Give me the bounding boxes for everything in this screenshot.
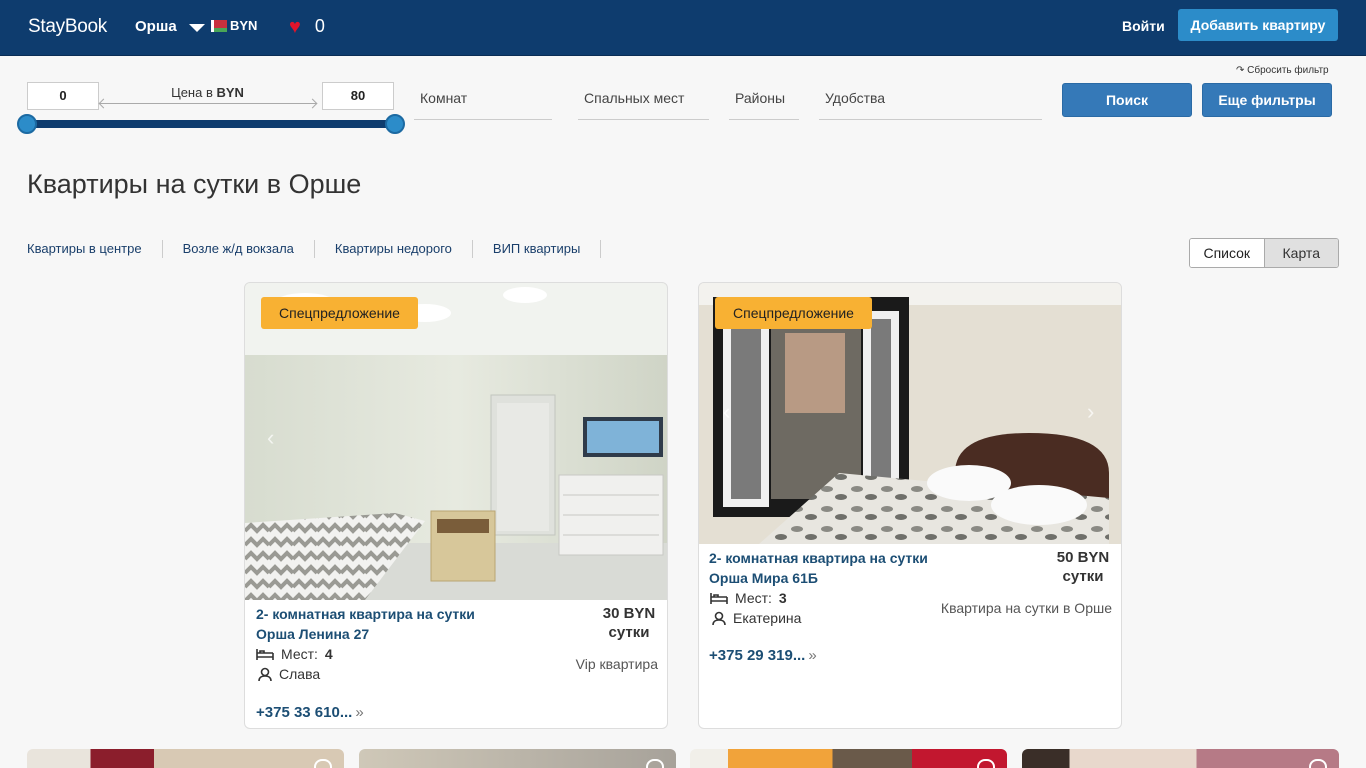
special-offer-badge: Спецпредложение bbox=[715, 297, 872, 329]
price-unit: сутки bbox=[608, 624, 650, 641]
listing-address: Орша Мира 61Б bbox=[709, 570, 818, 586]
photo-prev-arrow[interactable]: ‹ bbox=[723, 399, 730, 425]
user-icon bbox=[258, 667, 272, 681]
districts-filter[interactable]: Районы bbox=[729, 90, 799, 120]
phone-number: +375 29 319... bbox=[709, 647, 806, 664]
login-link[interactable]: Войти bbox=[1122, 18, 1165, 34]
quicklink-center[interactable]: Квартиры в центре bbox=[27, 240, 163, 258]
listing-host: Екатерина bbox=[712, 610, 801, 626]
price-max-input[interactable]: 80 bbox=[322, 82, 394, 110]
bed-icon bbox=[710, 593, 728, 604]
view-list-button[interactable]: Список bbox=[1190, 239, 1264, 267]
reset-filter-link[interactable]: ↷ Сбросить фильтр bbox=[1236, 65, 1329, 76]
special-offer-badge: Спецпредложение bbox=[261, 297, 418, 329]
city-selector[interactable]: Орша bbox=[135, 18, 205, 35]
favorite-heart-icon[interactable] bbox=[1309, 759, 1327, 768]
places-count: 3 bbox=[778, 590, 787, 606]
add-apartment-button[interactable]: Добавить квартиру bbox=[1178, 9, 1338, 41]
double-chevron-right-icon: » bbox=[355, 704, 364, 721]
places-label: Мест: bbox=[735, 590, 772, 606]
listing-type: Vip квартира bbox=[575, 656, 658, 672]
host-name: Екатерина bbox=[733, 610, 802, 626]
listing-photo[interactable]: Спецпредложение ‹ › bbox=[699, 283, 1121, 544]
more-filters-button[interactable]: Еще фильтры bbox=[1202, 83, 1332, 117]
listing-phone[interactable]: +375 29 319... » bbox=[709, 647, 817, 664]
listing-thumbnail[interactable] bbox=[1022, 749, 1339, 768]
heart-icon: ♥ bbox=[289, 15, 301, 38]
currency-selector[interactable]: BYN bbox=[211, 18, 257, 33]
listing-thumbnail[interactable] bbox=[359, 749, 676, 768]
listing-title[interactable]: 2- комнатная квартира на сутки Орша Мира… bbox=[709, 548, 1029, 588]
view-toggle: Список Карта bbox=[1189, 238, 1339, 268]
listing-thumbnail[interactable] bbox=[690, 749, 1007, 768]
places-count: 4 bbox=[324, 646, 333, 662]
price-value: 50 BYN bbox=[1056, 549, 1110, 566]
listing-places: Мест: 3 bbox=[710, 590, 787, 606]
price-range-arrow bbox=[100, 103, 316, 104]
user-icon bbox=[712, 611, 726, 625]
places-label: Мест: bbox=[281, 646, 318, 662]
room-photo-1 bbox=[245, 283, 667, 600]
price-unit: сутки bbox=[1062, 568, 1104, 585]
page-title: Квартиры на сутки в Орше bbox=[27, 169, 362, 199]
currency-label: BYN bbox=[230, 18, 258, 33]
price-value: 30 BYN bbox=[602, 605, 656, 622]
listing-phone[interactable]: +375 33 610... » bbox=[256, 704, 364, 721]
price-slider-track[interactable] bbox=[27, 120, 395, 128]
favorite-heart-icon[interactable] bbox=[314, 759, 332, 768]
listing-title-line1: 2- комнатная квартира на сутки bbox=[709, 550, 928, 566]
listing-address: Орша Ленина 27 bbox=[256, 626, 370, 642]
quicklink-cheap[interactable]: Квартиры недорого bbox=[335, 240, 473, 258]
phone-number: +375 33 610... bbox=[256, 704, 353, 721]
listing-photo[interactable]: Спецпредложение ‹ bbox=[245, 283, 667, 600]
price-slider-min-handle[interactable] bbox=[17, 114, 37, 134]
view-map-button[interactable]: Карта bbox=[1263, 239, 1338, 267]
favorites-count: 0 bbox=[314, 16, 325, 36]
listing-type: Квартира на сутки в Орше bbox=[940, 600, 1112, 616]
listing-card[interactable]: Спецпредложение ‹ › 2- комнатная квартир… bbox=[698, 282, 1122, 729]
photo-prev-arrow[interactable]: ‹ bbox=[267, 425, 274, 451]
price-min-input[interactable]: 0 bbox=[27, 82, 99, 110]
city-label: Орша bbox=[135, 18, 177, 35]
quicklink-station[interactable]: Возле ж/д вокзала bbox=[183, 240, 315, 258]
listing-price: 30 BYN сутки bbox=[593, 604, 665, 642]
double-chevron-right-icon: » bbox=[808, 647, 817, 664]
photo-next-arrow[interactable]: › bbox=[1087, 399, 1094, 425]
listing-price: 50 BYN сутки bbox=[1047, 548, 1119, 586]
quicklink-vip[interactable]: ВИП квартиры bbox=[493, 240, 602, 258]
quick-links: Квартиры в центре Возле ж/д вокзала Квар… bbox=[27, 240, 621, 258]
price-slider-max-handle[interactable] bbox=[385, 114, 405, 134]
bed-icon bbox=[256, 649, 274, 660]
belarus-flag-icon bbox=[211, 19, 227, 32]
listing-host: Слава bbox=[258, 666, 320, 682]
favorites-button[interactable]: ♥ 0 bbox=[289, 16, 325, 37]
rooms-filter[interactable]: Комнат bbox=[414, 90, 552, 120]
chevron-down-icon bbox=[188, 23, 205, 32]
price-label-currency: BYN bbox=[216, 85, 244, 100]
favorite-heart-icon[interactable] bbox=[646, 759, 664, 768]
amenities-filter[interactable]: Удобства bbox=[819, 90, 1042, 120]
listing-thumbnail[interactable] bbox=[27, 749, 344, 768]
listing-places: Мест: 4 bbox=[256, 646, 333, 662]
top-navbar: StayBook Орша BYN ♥ 0 Войти Добавить ква… bbox=[0, 0, 1366, 56]
host-name: Слава bbox=[279, 666, 321, 682]
listing-title[interactable]: 2- комнатная квартира на сутки Орша Лени… bbox=[256, 604, 576, 644]
favorite-heart-icon[interactable] bbox=[977, 759, 995, 768]
price-label-prefix: Цена в bbox=[171, 85, 217, 100]
beds-filter[interactable]: Спальных мест bbox=[578, 90, 709, 120]
listing-card[interactable]: Спецпредложение ‹ 2- комнатная квартира … bbox=[244, 282, 668, 729]
listing-title-line1: 2- комнатная квартира на сутки bbox=[256, 606, 475, 622]
search-button[interactable]: Поиск bbox=[1062, 83, 1192, 117]
price-label: Цена в BYN bbox=[100, 85, 315, 100]
site-logo[interactable]: StayBook bbox=[28, 16, 107, 38]
